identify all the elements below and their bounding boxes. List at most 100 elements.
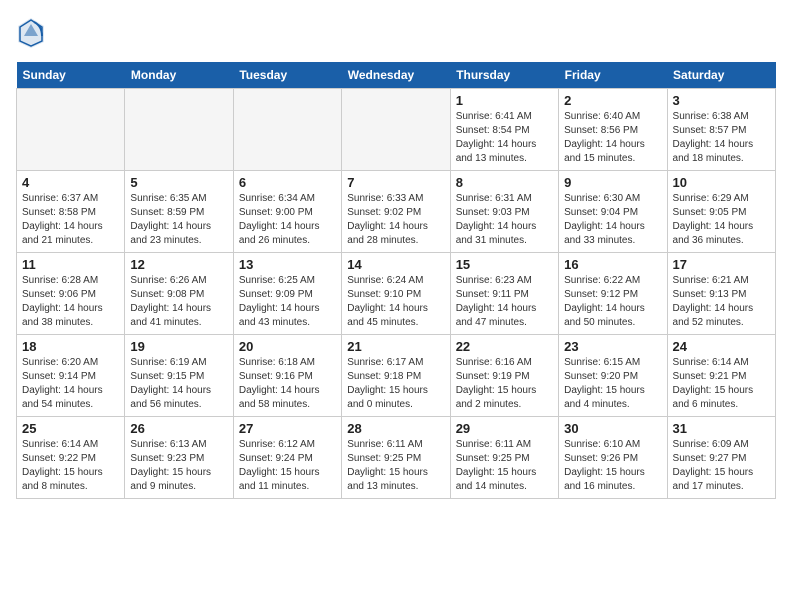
day-info: Sunrise: 6:15 AMSunset: 9:20 PMDaylight:… <box>564 356 661 412</box>
day-info: Sunrise: 6:28 AMSunset: 9:06 PMDaylight:… <box>22 274 119 330</box>
logo <box>16 16 50 50</box>
day-info: Sunrise: 6:21 AMSunset: 9:13 PMDaylight:… <box>673 274 770 330</box>
calendar-day-cell: 13Sunrise: 6:25 AMSunset: 9:09 PMDayligh… <box>233 253 341 335</box>
day-info: Sunrise: 6:38 AMSunset: 8:57 PMDaylight:… <box>673 110 770 166</box>
calendar-day-cell: 2 Sunrise: 6:40 AMSunset: 8:56 PMDaylight… <box>559 89 667 171</box>
calendar-day-cell: 27 Sunrise: 6:12 AMSunset: 9:24 PMDayligh… <box>233 417 341 499</box>
day-number: 17 <box>673 257 770 272</box>
day-of-week-header: Wednesday <box>342 62 450 89</box>
calendar-week-row: 25 Sunrise: 6:14 AMSunset: 9:22 PMDayligh… <box>17 417 776 499</box>
calendar-day-cell: 28Sunrise: 6:11 AMSunset: 9:25 PMDayligh… <box>342 417 450 499</box>
calendar-day-cell: 22 Sunrise: 6:16 AMSunset: 9:19 PMDayligh… <box>450 335 558 417</box>
day-info: Sunrise: 6:20 AMSunset: 9:14 PMDaylight:… <box>22 356 119 412</box>
day-info: Sunrise: 6:30 AMSunset: 9:04 PMDaylight:… <box>564 192 661 248</box>
day-of-week-header: Friday <box>559 62 667 89</box>
day-info: Sunrise: 6:11 AMSunset: 9:25 PMDaylight:… <box>347 438 444 494</box>
day-info: Sunrise: 6:14 AMSunset: 9:21 PMDaylight:… <box>673 356 770 412</box>
calendar-day-cell: 4 Sunrise: 6:37 AMSunset: 8:58 PMDaylight… <box>17 171 125 253</box>
calendar-day-cell: 9 Sunrise: 6:30 AMSunset: 9:04 PMDaylight… <box>559 171 667 253</box>
day-number: 20 <box>239 339 336 354</box>
calendar-day-cell <box>233 89 341 171</box>
day-number: 25 <box>22 421 119 436</box>
calendar-day-cell <box>342 89 450 171</box>
day-info: Sunrise: 6:35 AMSunset: 8:59 PMDaylight:… <box>130 192 227 248</box>
day-of-week-header: Monday <box>125 62 233 89</box>
day-of-week-header: Thursday <box>450 62 558 89</box>
day-info: Sunrise: 6:17 AMSunset: 9:18 PMDaylight:… <box>347 356 444 412</box>
day-number: 7 <box>347 175 444 190</box>
calendar-day-cell: 26 Sunrise: 6:13 AMSunset: 9:23 PMDayligh… <box>125 417 233 499</box>
page-header <box>16 16 776 50</box>
day-number: 19 <box>130 339 227 354</box>
day-info: Sunrise: 6:23 AMSunset: 9:11 PMDaylight:… <box>456 274 553 330</box>
calendar-table: SundayMondayTuesdayWednesdayThursdayFrid… <box>16 62 776 499</box>
day-number: 8 <box>456 175 553 190</box>
day-number: 30 <box>564 421 661 436</box>
day-of-week-header: Saturday <box>667 62 775 89</box>
calendar-day-cell: 10Sunrise: 6:29 AMSunset: 9:05 PMDayligh… <box>667 171 775 253</box>
day-of-week-header: Sunday <box>17 62 125 89</box>
day-number: 1 <box>456 93 553 108</box>
calendar-day-cell: 8 Sunrise: 6:31 AMSunset: 9:03 PMDaylight… <box>450 171 558 253</box>
calendar-day-cell: 19 Sunrise: 6:19 AMSunset: 9:15 PMDayligh… <box>125 335 233 417</box>
day-number: 5 <box>130 175 227 190</box>
day-info: Sunrise: 6:33 AMSunset: 9:02 PMDaylight:… <box>347 192 444 248</box>
day-info: Sunrise: 6:34 AMSunset: 9:00 PMDaylight:… <box>239 192 336 248</box>
day-of-week-header: Tuesday <box>233 62 341 89</box>
day-info: Sunrise: 6:10 AMSunset: 9:26 PMDaylight:… <box>564 438 661 494</box>
day-number: 27 <box>239 421 336 436</box>
calendar-day-cell: 17 Sunrise: 6:21 AMSunset: 9:13 PMDayligh… <box>667 253 775 335</box>
calendar-day-cell: 29Sunrise: 6:11 AMSunset: 9:25 PMDayligh… <box>450 417 558 499</box>
day-number: 29 <box>456 421 553 436</box>
day-number: 22 <box>456 339 553 354</box>
day-info: Sunrise: 6:31 AMSunset: 9:03 PMDaylight:… <box>456 192 553 248</box>
day-number: 15 <box>456 257 553 272</box>
day-number: 26 <box>130 421 227 436</box>
logo-icon <box>16 16 46 50</box>
calendar-day-cell: 18Sunrise: 6:20 AMSunset: 9:14 PMDayligh… <box>17 335 125 417</box>
calendar-day-cell <box>17 89 125 171</box>
calendar-header-row: SundayMondayTuesdayWednesdayThursdayFrid… <box>17 62 776 89</box>
calendar-week-row: 4 Sunrise: 6:37 AMSunset: 8:58 PMDaylight… <box>17 171 776 253</box>
day-info: Sunrise: 6:40 AMSunset: 8:56 PMDaylight:… <box>564 110 661 166</box>
day-info: Sunrise: 6:22 AMSunset: 9:12 PMDaylight:… <box>564 274 661 330</box>
day-info: Sunrise: 6:19 AMSunset: 9:15 PMDaylight:… <box>130 356 227 412</box>
day-number: 14 <box>347 257 444 272</box>
calendar-day-cell: 11 Sunrise: 6:28 AMSunset: 9:06 PMDayligh… <box>17 253 125 335</box>
day-info: Sunrise: 6:41 AMSunset: 8:54 PMDaylight:… <box>456 110 553 166</box>
calendar-day-cell: 25 Sunrise: 6:14 AMSunset: 9:22 PMDayligh… <box>17 417 125 499</box>
calendar-week-row: 1 Sunrise: 6:41 AMSunset: 8:54 PMDaylight… <box>17 89 776 171</box>
calendar-day-cell: 23Sunrise: 6:15 AMSunset: 9:20 PMDayligh… <box>559 335 667 417</box>
calendar-day-cell <box>125 89 233 171</box>
calendar-week-row: 18Sunrise: 6:20 AMSunset: 9:14 PMDayligh… <box>17 335 776 417</box>
calendar-day-cell: 6 Sunrise: 6:34 AMSunset: 9:00 PMDaylight… <box>233 171 341 253</box>
day-number: 11 <box>22 257 119 272</box>
calendar-day-cell: 24 Sunrise: 6:14 AMSunset: 9:21 PMDayligh… <box>667 335 775 417</box>
day-number: 12 <box>130 257 227 272</box>
day-number: 3 <box>673 93 770 108</box>
day-info: Sunrise: 6:14 AMSunset: 9:22 PMDaylight:… <box>22 438 119 494</box>
calendar-day-cell: 5 Sunrise: 6:35 AMSunset: 8:59 PMDaylight… <box>125 171 233 253</box>
calendar-day-cell: 14Sunrise: 6:24 AMSunset: 9:10 PMDayligh… <box>342 253 450 335</box>
day-number: 6 <box>239 175 336 190</box>
day-info: Sunrise: 6:37 AMSunset: 8:58 PMDaylight:… <box>22 192 119 248</box>
calendar-day-cell: 7 Sunrise: 6:33 AMSunset: 9:02 PMDaylight… <box>342 171 450 253</box>
day-info: Sunrise: 6:18 AMSunset: 9:16 PMDaylight:… <box>239 356 336 412</box>
calendar-day-cell: 21 Sunrise: 6:17 AMSunset: 9:18 PMDayligh… <box>342 335 450 417</box>
day-info: Sunrise: 6:12 AMSunset: 9:24 PMDaylight:… <box>239 438 336 494</box>
day-info: Sunrise: 6:29 AMSunset: 9:05 PMDaylight:… <box>673 192 770 248</box>
day-number: 4 <box>22 175 119 190</box>
day-number: 2 <box>564 93 661 108</box>
calendar-day-cell: 3 Sunrise: 6:38 AMSunset: 8:57 PMDaylight… <box>667 89 775 171</box>
calendar-day-cell: 30 Sunrise: 6:10 AMSunset: 9:26 PMDayligh… <box>559 417 667 499</box>
day-info: Sunrise: 6:13 AMSunset: 9:23 PMDaylight:… <box>130 438 227 494</box>
calendar-day-cell: 12Sunrise: 6:26 AMSunset: 9:08 PMDayligh… <box>125 253 233 335</box>
calendar-day-cell: 16 Sunrise: 6:22 AMSunset: 9:12 PMDayligh… <box>559 253 667 335</box>
day-number: 9 <box>564 175 661 190</box>
day-info: Sunrise: 6:16 AMSunset: 9:19 PMDaylight:… <box>456 356 553 412</box>
calendar-day-cell: 1 Sunrise: 6:41 AMSunset: 8:54 PMDaylight… <box>450 89 558 171</box>
day-number: 21 <box>347 339 444 354</box>
day-number: 16 <box>564 257 661 272</box>
day-number: 31 <box>673 421 770 436</box>
day-number: 24 <box>673 339 770 354</box>
